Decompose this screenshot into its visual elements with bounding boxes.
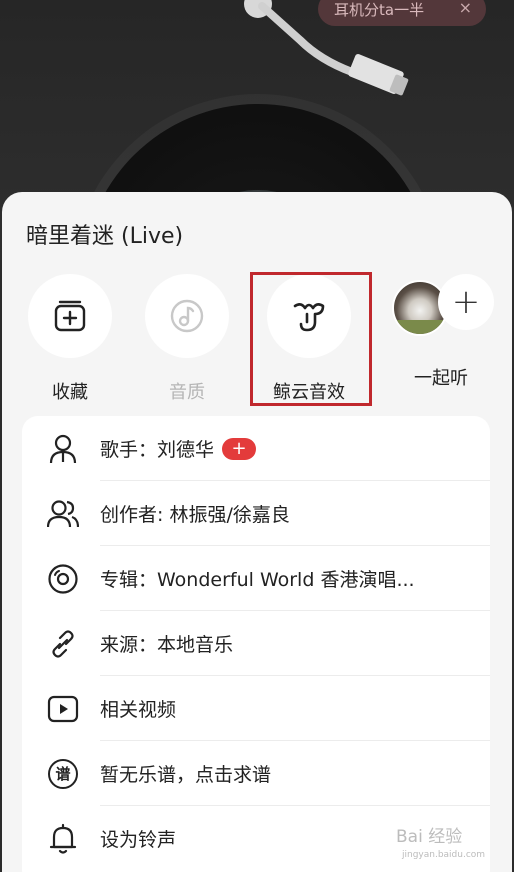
creators-text: 创作者: 林振强/徐嘉良 <box>100 504 290 526</box>
sheet-music-text: 暂无乐谱，点击求谱 <box>100 764 272 786</box>
action-row: 收藏 音质 鲸云音效 + 一起听 <box>2 272 512 406</box>
collect-label: 收藏 <box>52 382 88 403</box>
sheet-music-icon: 谱 <box>48 758 78 789</box>
list-item-related-videos[interactable]: 相关视频 <box>22 676 490 741</box>
singer-text: 歌手：刘德华 <box>100 439 215 461</box>
add-to-playlist-icon <box>54 300 86 332</box>
creators-icon <box>47 499 79 527</box>
sheet-music-icon-char: 谱 <box>55 765 71 783</box>
song-info-card: 歌手：刘德华 + 创作者: 林振强/徐嘉良 专辑：Wonderful World… <box>22 416 490 872</box>
music-note-icon <box>170 299 204 333</box>
related-videos-text: 相关视频 <box>100 699 177 721</box>
album-icon <box>48 563 78 594</box>
add-listener-icon[interactable]: + <box>438 274 494 330</box>
follow-singer-button[interactable]: + <box>222 437 257 460</box>
collect-button[interactable]: 收藏 <box>15 274 125 404</box>
listen-together-label[interactable]: 一起听 <box>414 364 468 390</box>
baidu-watermark-url: jingyan.baidu.com <box>402 850 486 860</box>
more-options-sheet: 暗里着迷 (Live) 收藏 音质 鲸云音效 + 一起听 歌手：刘德华 + 创作… <box>2 192 512 872</box>
quality-button[interactable]: 音质 <box>132 274 242 404</box>
baidu-watermark: Bai 经验 <box>396 827 463 847</box>
list-item-sheet-music[interactable]: 谱 暂无乐谱，点击求谱 <box>22 741 490 806</box>
list-item-creators[interactable]: 创作者: 林振强/徐嘉良 <box>22 481 490 546</box>
list-item-album[interactable]: 专辑：Wonderful World 香港演唱... <box>22 546 490 611</box>
share-pill-text: 耳机分ta一半 <box>334 0 425 19</box>
share-earphone-pill[interactable]: 耳机分ta一半 × <box>318 0 486 26</box>
highlight-annotation-box <box>250 272 372 406</box>
bell-icon <box>49 823 77 854</box>
source-text: 来源：本地音乐 <box>100 634 234 656</box>
link-icon <box>52 629 74 658</box>
video-icon <box>47 695 79 722</box>
singer-icon <box>49 434 77 463</box>
song-title: 暗里着迷 (Live) <box>26 224 184 249</box>
list-item-singer[interactable]: 歌手：刘德华 + <box>22 416 490 481</box>
close-icon[interactable]: × <box>459 0 472 17</box>
list-item-source[interactable]: 来源：本地音乐 <box>22 611 490 676</box>
ringtone-text: 设为铃声 <box>100 829 177 851</box>
album-text: 专辑：Wonderful World 香港演唱... <box>100 569 415 591</box>
quality-label: 音质 <box>169 382 205 403</box>
